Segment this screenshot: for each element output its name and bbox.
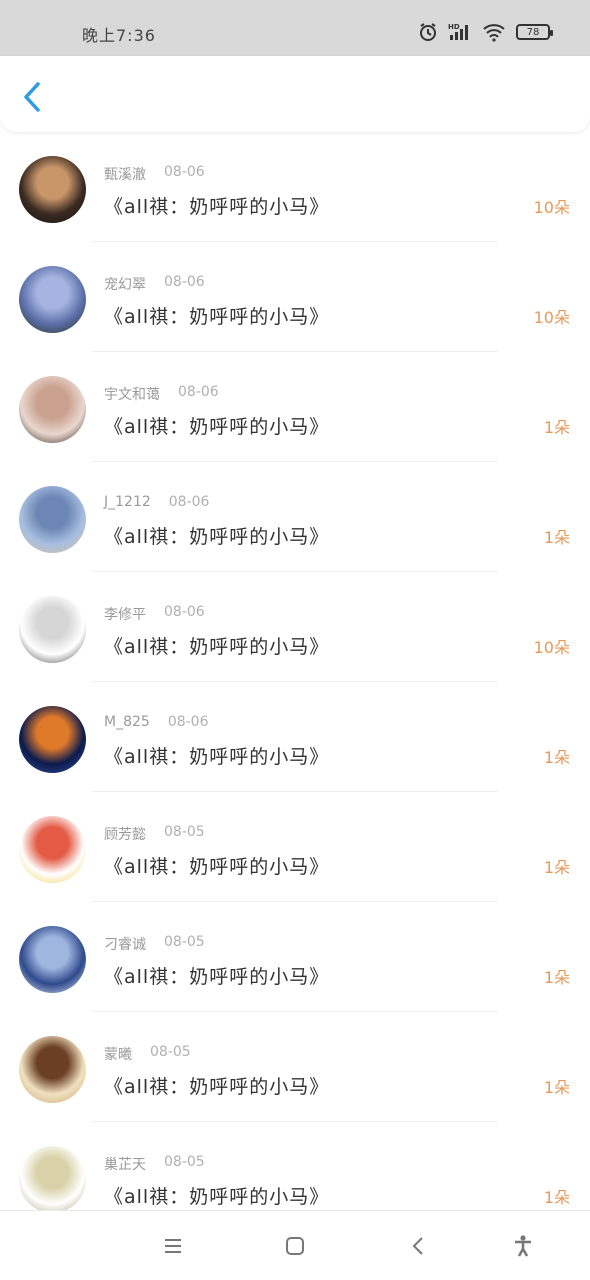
header	[0, 56, 590, 132]
item-title: 《all祺：奶呼呼的小马》	[104, 196, 330, 218]
date: 08-06	[168, 494, 210, 510]
user-name: 刁睿诚	[104, 937, 146, 953]
date: 08-06	[164, 164, 205, 180]
alarm-icon	[420, 23, 436, 41]
flower-count: 1朵	[543, 748, 570, 767]
list-item[interactable]: 蒙曦 08-05 《all祺：奶呼呼的小马》 1朵	[0, 1012, 590, 1122]
flower-count: 1朵	[543, 1188, 570, 1207]
user-name: 蒙曦	[104, 1047, 132, 1063]
date: 08-05	[164, 934, 205, 950]
item-meta: 巢芷天 08-05	[104, 1154, 205, 1174]
list-item[interactable]: 刁睿诚 08-05 《all祺：奶呼呼的小马》 1朵	[0, 902, 590, 1012]
item-meta: M_825 08-06	[104, 714, 209, 730]
battery-level: 78	[526, 26, 540, 38]
avatar[interactable]	[19, 816, 86, 883]
flower-count: 10朵	[533, 638, 570, 657]
item-title: 《all祺：奶呼呼的小马》	[104, 1076, 330, 1098]
item-title: 《all祺：奶呼呼的小马》	[104, 966, 330, 988]
item-meta: 刁睿诚 08-05	[104, 934, 205, 954]
list-item[interactable]: 宠幻翠 08-06 《all祺：奶呼呼的小马》 10朵	[0, 242, 590, 352]
menu-icon[interactable]	[160, 1233, 186, 1259]
item-title: 《all祺：奶呼呼的小马》	[104, 856, 330, 878]
item-title: 《all祺：奶呼呼的小马》	[104, 416, 330, 438]
status-time: 晚上7:36	[82, 26, 156, 45]
list-item[interactable]: M_825 08-06 《all祺：奶呼呼的小马》 1朵	[0, 682, 590, 792]
user-name: 李修平	[104, 607, 146, 623]
date: 08-06	[164, 604, 205, 620]
flower-count: 1朵	[543, 528, 570, 547]
user-name: J_1212	[104, 494, 151, 510]
list-item[interactable]: 宇文和蔼 08-06 《all祺：奶呼呼的小马》 1朵	[0, 352, 590, 462]
user-name: 甄溪澈	[104, 167, 146, 183]
date: 08-06	[178, 384, 219, 400]
avatar[interactable]	[19, 1036, 86, 1103]
date: 08-05	[164, 824, 205, 840]
signal-icon: HD	[448, 23, 468, 40]
status-bar: 晚上7:36 HD 78	[0, 0, 590, 56]
battery-icon: 78	[516, 24, 553, 40]
svg-text:HD: HD	[448, 23, 460, 31]
item-title: 《all祺：奶呼呼的小马》	[104, 636, 330, 658]
avatar[interactable]	[19, 706, 86, 773]
back-icon[interactable]	[18, 80, 46, 114]
avatar[interactable]	[19, 156, 86, 223]
date: 08-06	[167, 714, 209, 730]
accessibility-icon[interactable]	[510, 1233, 536, 1259]
user-name: M_825	[104, 714, 150, 730]
avatar[interactable]	[19, 926, 86, 993]
flower-count: 1朵	[543, 418, 570, 437]
system-nav-bar	[0, 1210, 590, 1280]
flower-count: 10朵	[533, 308, 570, 327]
avatar[interactable]	[19, 266, 86, 333]
item-title: 《all祺：奶呼呼的小马》	[104, 526, 330, 548]
flower-count: 1朵	[543, 968, 570, 987]
item-meta: 蒙曦 08-05	[104, 1044, 191, 1064]
wifi-icon	[483, 24, 505, 42]
date: 08-05	[150, 1044, 191, 1060]
avatar[interactable]	[19, 486, 86, 553]
avatar[interactable]	[19, 596, 86, 663]
item-title: 《all祺：奶呼呼的小马》	[104, 1186, 330, 1208]
date: 08-05	[164, 1154, 205, 1170]
gift-list: 甄溪澈 08-06 《all祺：奶呼呼的小马》 10朵 宠幻翠 08-06 《all祺：奶呼…	[0, 132, 590, 1232]
item-meta: 李修平 08-06	[104, 604, 205, 624]
item-meta: 宠幻翠 08-06	[104, 274, 205, 294]
list-item[interactable]: 甄溪澈 08-06 《all祺：奶呼呼的小马》 10朵	[0, 132, 590, 242]
user-name: 宠幻翠	[104, 277, 146, 293]
flower-count: 1朵	[543, 858, 570, 877]
item-title: 《all祺：奶呼呼的小马》	[104, 306, 330, 328]
date: 08-06	[164, 274, 205, 290]
status-icons: HD 78	[418, 22, 553, 42]
list-item[interactable]: 顾芳懿 08-05 《all祺：奶呼呼的小马》 1朵	[0, 792, 590, 902]
flower-count: 1朵	[543, 1078, 570, 1097]
item-meta: 顾芳懿 08-05	[104, 824, 205, 844]
item-meta: 宇文和蔼 08-06	[104, 384, 219, 404]
avatar[interactable]	[19, 1146, 86, 1213]
user-name: 巢芷天	[104, 1157, 146, 1173]
item-title: 《all祺：奶呼呼的小马》	[104, 746, 330, 768]
user-name: 宇文和蔼	[104, 387, 160, 403]
item-meta: 甄溪澈 08-06	[104, 164, 205, 184]
back-nav-icon[interactable]	[406, 1233, 432, 1259]
flower-count: 10朵	[533, 198, 570, 217]
avatar[interactable]	[19, 376, 86, 443]
user-name: 顾芳懿	[104, 827, 146, 843]
item-meta: J_1212 08-06	[104, 494, 209, 510]
list-item[interactable]: J_1212 08-06 《all祺：奶呼呼的小马》 1朵	[0, 462, 590, 572]
home-icon[interactable]	[282, 1233, 308, 1259]
list-item[interactable]: 李修平 08-06 《all祺：奶呼呼的小马》 10朵	[0, 572, 590, 682]
